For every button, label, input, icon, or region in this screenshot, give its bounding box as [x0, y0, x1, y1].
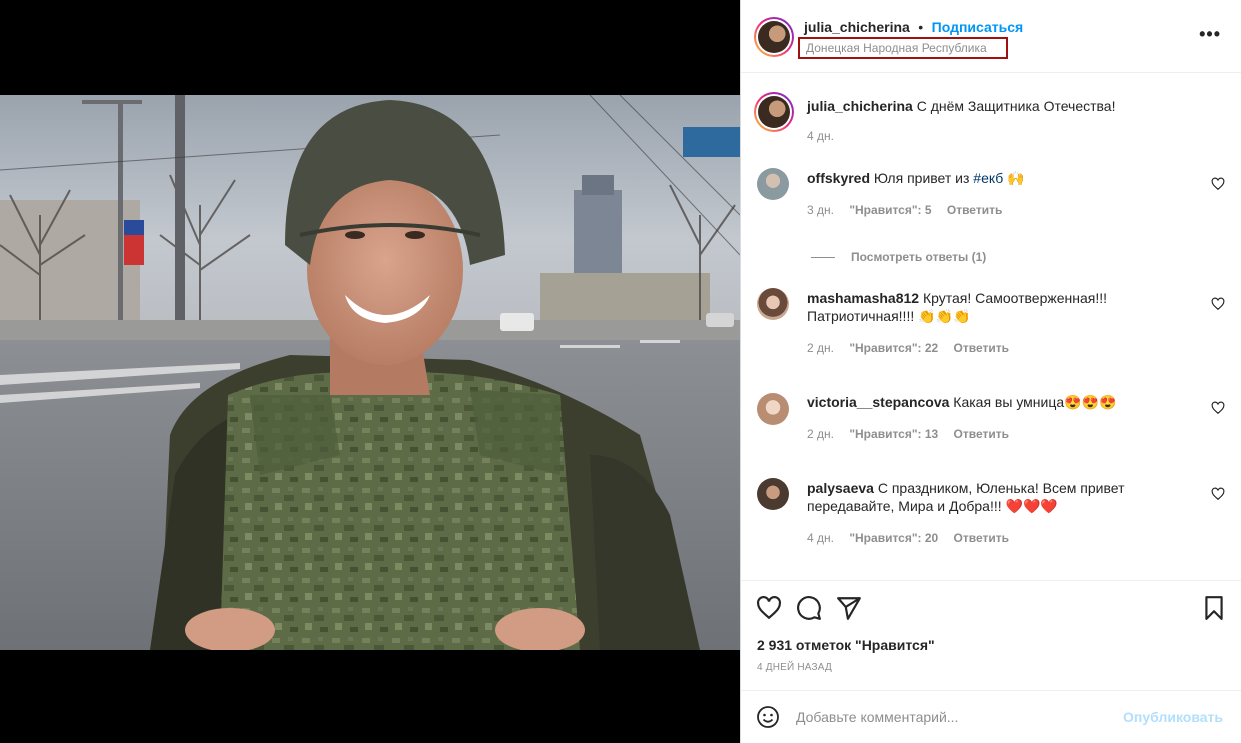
reply-button[interactable]: Ответить [954, 341, 1009, 355]
post-actions: 2 931 отметок "Нравится" 4 ДНЕЙ НАЗАД [741, 580, 1241, 690]
add-comment-bar: Опубликовать [741, 690, 1241, 743]
comment-text: Юля привет из [873, 170, 974, 186]
comment-avatar[interactable] [757, 393, 789, 425]
comment-avatar[interactable] [757, 288, 789, 320]
replies-divider [811, 257, 835, 259]
author-avatar[interactable] [754, 17, 794, 57]
comment-username[interactable]: palysaeva [807, 480, 874, 496]
post-panel: julia_chicherina • Подписаться Донецкая … [740, 0, 1241, 743]
view-replies-label: Посмотреть ответы (1) [851, 250, 987, 264]
caption-avatar[interactable] [754, 92, 794, 132]
bookmark-icon[interactable] [1201, 595, 1227, 621]
comment-likes[interactable]: "Нравится": 5 [849, 203, 931, 217]
publish-button[interactable]: Опубликовать [1123, 709, 1223, 725]
reply-button[interactable]: Ответить [954, 427, 1009, 441]
comment-likes[interactable]: "Нравится": 22 [849, 341, 938, 355]
comment-likes[interactable]: "Нравится": 13 [849, 427, 938, 441]
location-highlight: Донецкая Народная Республика [798, 37, 1008, 59]
post-date[interactable]: 4 ДНЕЙ НАЗАД [757, 662, 832, 673]
comment-input[interactable] [796, 705, 1116, 729]
separator-dot: • [918, 19, 924, 35]
emoji-icon[interactable] [756, 705, 780, 729]
post-location[interactable]: Донецкая Народная Республика [806, 41, 987, 55]
comment-age[interactable]: 2 дн. [807, 427, 834, 441]
post-media [0, 0, 740, 743]
post-photo[interactable] [0, 95, 740, 650]
comment-icon[interactable] [796, 595, 822, 621]
caption-age[interactable]: 4 дн. [807, 129, 834, 143]
reply-button[interactable]: Ответить [954, 531, 1009, 545]
comment-age[interactable]: 2 дн. [807, 341, 834, 355]
comment-likes[interactable]: "Нравится": 20 [849, 531, 938, 545]
post-header: julia_chicherina • Подписаться Донецкая … [741, 0, 1241, 73]
comment-username[interactable]: mashamasha812 [807, 290, 919, 306]
send-icon[interactable] [836, 595, 862, 621]
comment-text: Какая вы умница😍😍😍 [953, 394, 1117, 410]
comments-list[interactable]: julia_chicherina С днём Защитника Отечес… [741, 73, 1241, 580]
comment-heart-icon[interactable] [1211, 401, 1225, 415]
comment-age[interactable]: 4 дн. [807, 531, 834, 545]
heart-icon[interactable] [756, 595, 782, 621]
comment-age[interactable]: 3 дн. [807, 203, 834, 217]
comment-avatar[interactable] [757, 168, 789, 200]
comment-heart-icon[interactable] [1211, 297, 1225, 311]
caption-text: С днём Защитника Отечества! [916, 98, 1116, 114]
author-username[interactable]: julia_chicherina [804, 19, 910, 35]
comment-username[interactable]: victoria__stepancova [807, 394, 949, 410]
caption-username[interactable]: julia_chicherina [807, 98, 913, 114]
reply-button[interactable]: Ответить [947, 203, 1002, 217]
follow-button[interactable]: Подписаться [932, 19, 1024, 35]
comment-heart-icon[interactable] [1211, 177, 1225, 191]
view-replies-button[interactable]: Посмотреть ответы (1) [811, 250, 986, 264]
comment-avatar[interactable] [757, 478, 789, 510]
comment-text-end: 🙌 [1003, 170, 1025, 186]
hashtag-link[interactable]: #екб [973, 170, 1003, 186]
comment-heart-icon[interactable] [1211, 487, 1225, 501]
more-options-icon[interactable]: ••• [1199, 24, 1221, 45]
comment-username[interactable]: offskyred [807, 170, 870, 186]
likes-count[interactable]: 2 931 отметок "Нравится" [757, 637, 935, 653]
